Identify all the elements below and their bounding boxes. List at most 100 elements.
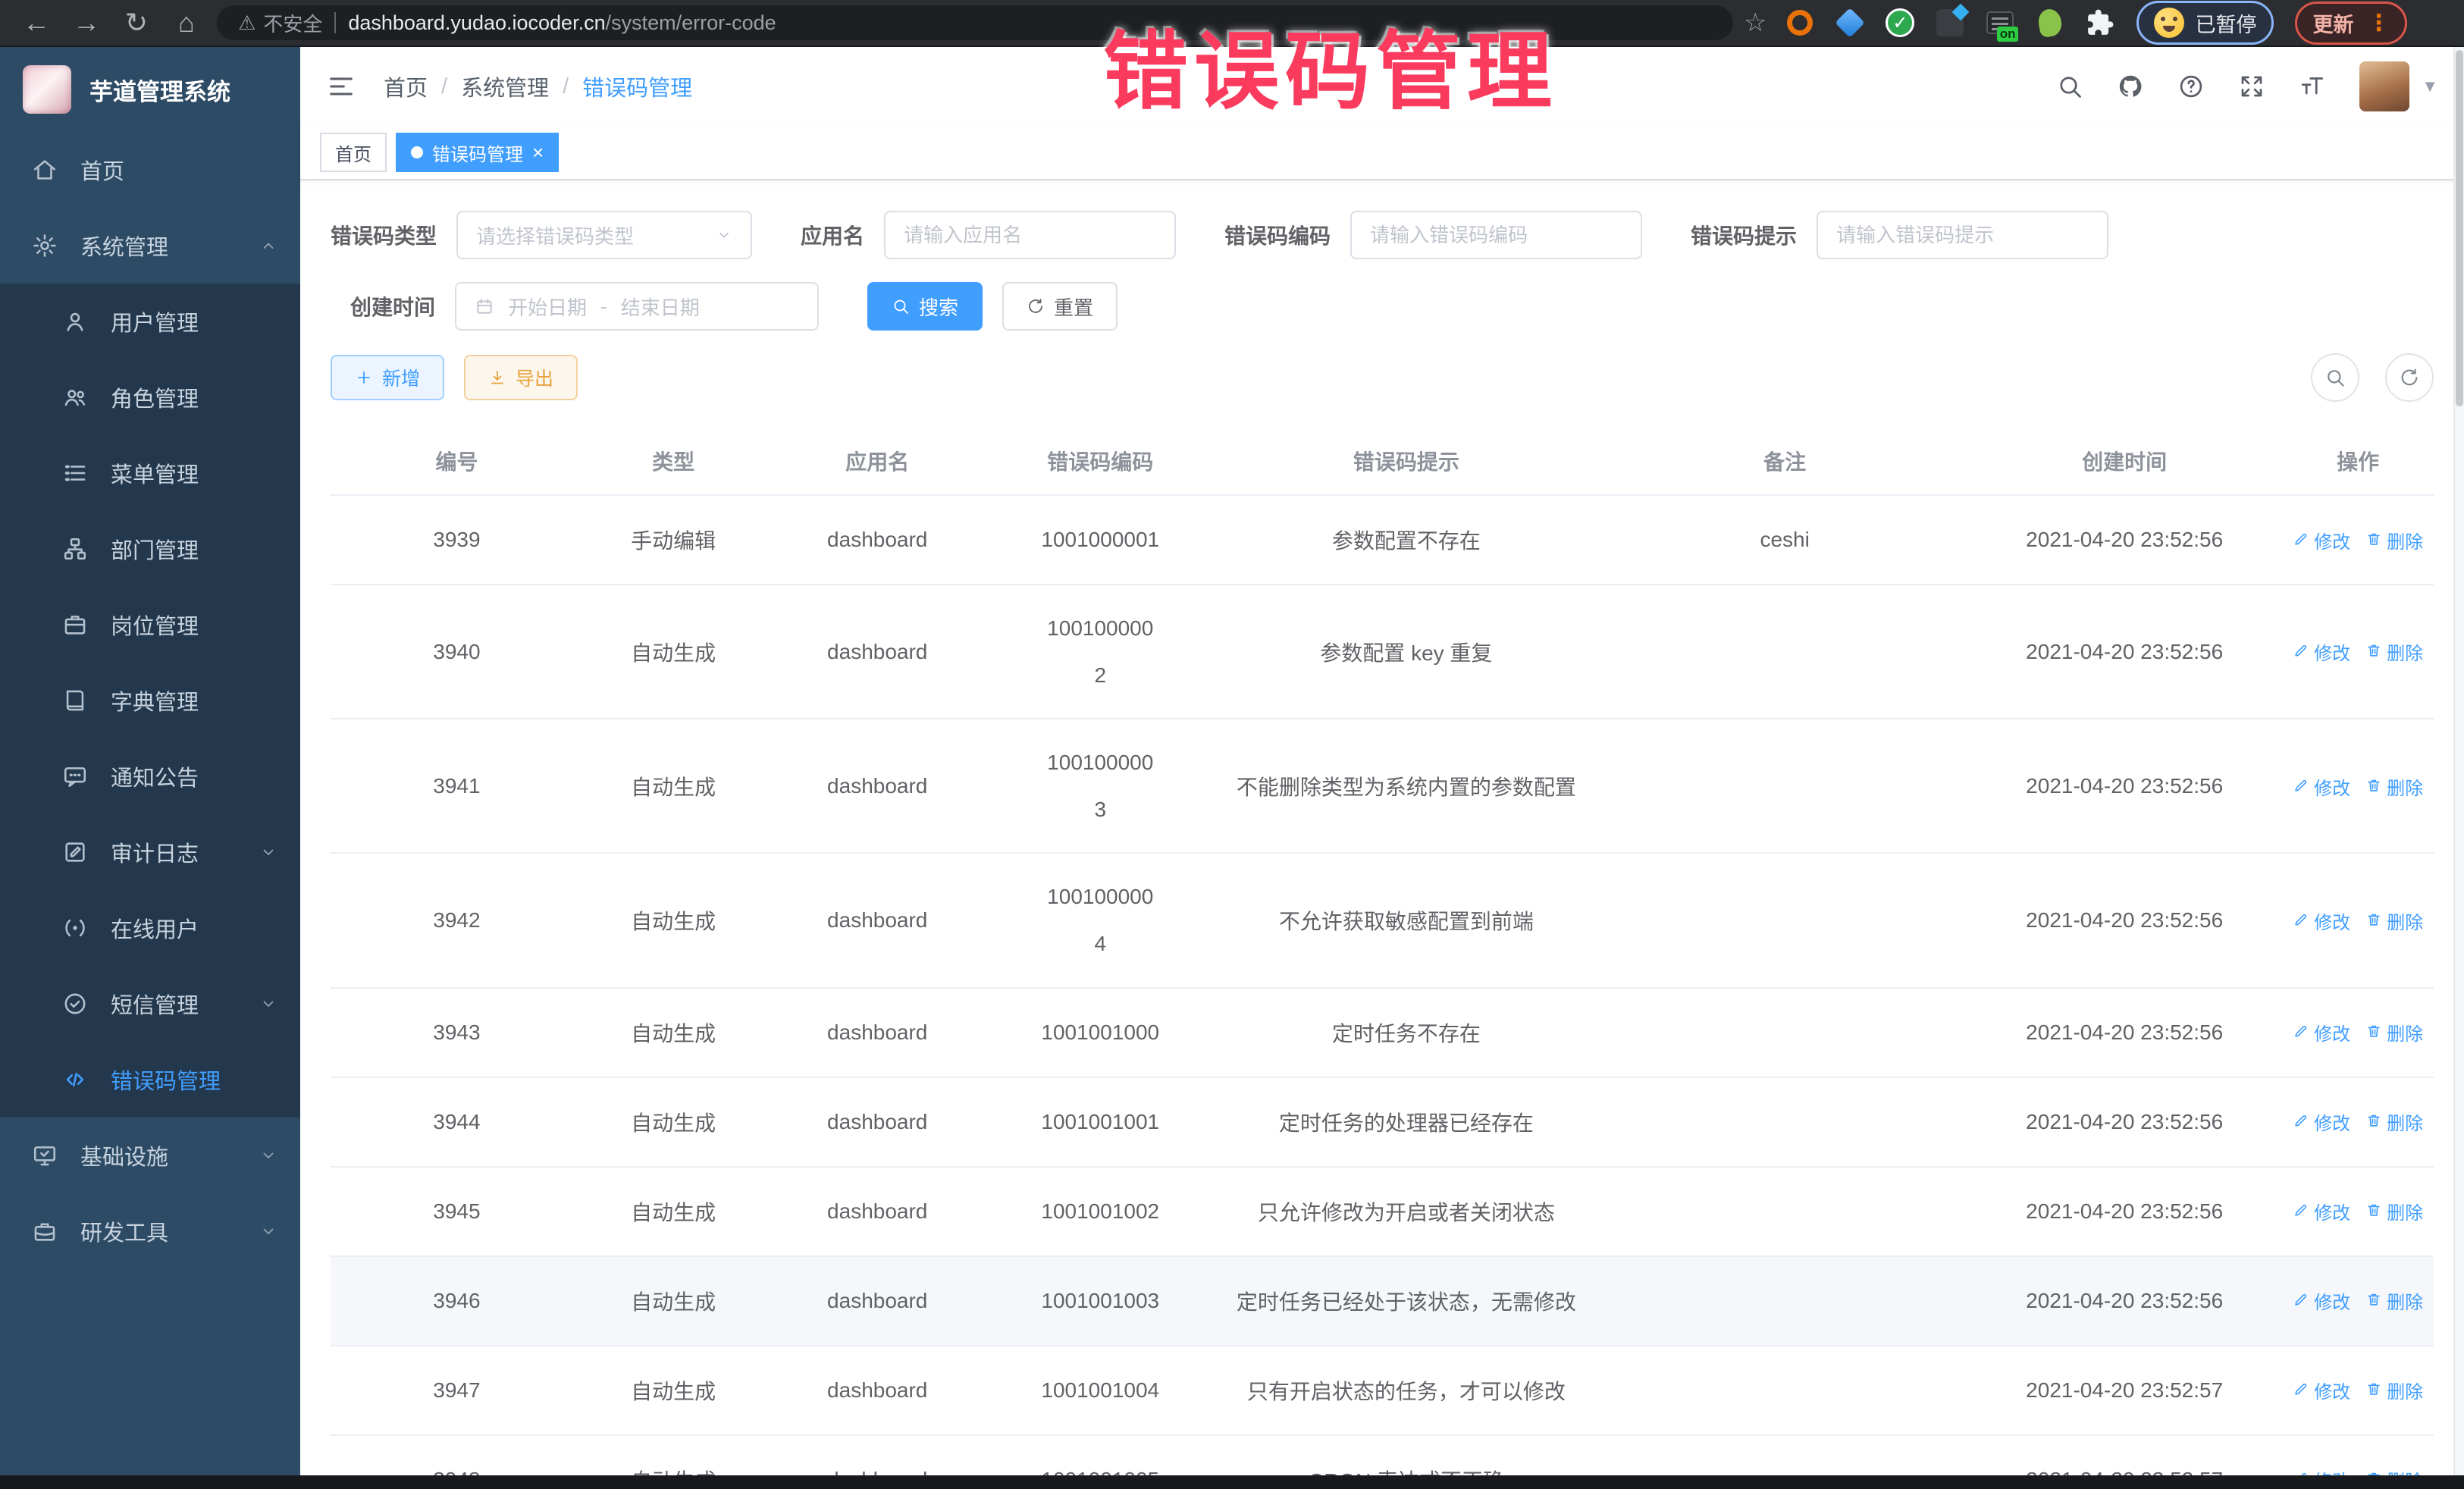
cell-id: 3939 — [331, 495, 583, 585]
search-icon — [892, 297, 910, 315]
reset-button[interactable]: 重置 — [1002, 282, 1118, 331]
edit-link[interactable]: 修改 — [2293, 1377, 2350, 1403]
forward-icon[interactable]: → — [67, 7, 106, 39]
sidebar-item-错误码管理[interactable]: 错误码管理 — [0, 1042, 300, 1118]
sidebar-item-审计日志[interactable]: 审计日志 — [0, 814, 300, 890]
app-name-input[interactable] — [904, 224, 1156, 247]
delete-link[interactable]: 删除 — [2365, 1466, 2423, 1475]
extension-orange-icon[interactable] — [1785, 8, 1815, 38]
close-icon[interactable]: × — [532, 143, 544, 162]
delete-link[interactable]: 删除 — [2365, 1019, 2423, 1045]
tab-错误码管理[interactable]: 错误码管理× — [396, 133, 559, 172]
cell-code: 1001000002 — [991, 585, 1209, 719]
delete-link[interactable]: 删除 — [2365, 1287, 2423, 1314]
search-button[interactable]: 搜索 — [867, 282, 983, 331]
profile-paused-badge[interactable]: 已暂停 — [2136, 1, 2274, 45]
sidebar-item-在线用户[interactable]: 在线用户 — [0, 890, 300, 966]
edit-link[interactable]: 修改 — [2293, 908, 2350, 934]
extension-green-check-icon[interactable]: ✓ — [1885, 8, 1915, 38]
cell-actions: 修改删除 — [2282, 585, 2434, 719]
security-warning[interactable]: ⚠不安全 — [238, 9, 322, 37]
extension-gem-icon[interactable] — [1835, 8, 1865, 38]
monitor-icon — [32, 1143, 58, 1168]
cell-app: dashboard — [763, 495, 991, 585]
edit-link[interactable]: 修改 — [2293, 638, 2350, 665]
font-size-icon[interactable] — [2299, 73, 2326, 100]
sidebar-item-首页[interactable]: 首页 — [0, 132, 300, 208]
edit-link[interactable]: 修改 — [2293, 773, 2350, 800]
sidebar-item-系统管理[interactable]: 系统管理 — [0, 208, 300, 284]
edit-link[interactable]: 修改 — [2293, 1287, 2350, 1314]
error-code-input[interactable] — [1370, 224, 1622, 247]
gear-icon — [32, 233, 58, 259]
edit-link[interactable]: 修改 — [2293, 1108, 2350, 1135]
extension-adblock-icon[interactable]: on — [1985, 8, 2015, 38]
delete-link[interactable]: 删除 — [2365, 527, 2423, 553]
reload-icon[interactable]: ↻ — [117, 7, 156, 39]
user-avatar — [2359, 61, 2409, 111]
edit-link[interactable]: 修改 — [2293, 1466, 2350, 1475]
kebab-menu-icon[interactable]: ⋮ — [2367, 10, 2390, 36]
cell-type: 手动编辑 — [583, 495, 764, 585]
sidebar-item-字典管理[interactable]: 字典管理 — [0, 663, 300, 738]
delete-link[interactable]: 删除 — [2365, 638, 2423, 665]
toggle-search-button[interactable] — [2311, 353, 2359, 402]
fullscreen-icon[interactable] — [2238, 73, 2265, 100]
list-icon — [62, 460, 88, 486]
date-range-picker[interactable]: 开始日期 - 结束日期 — [455, 282, 819, 331]
add-button[interactable]: 新增 — [331, 355, 444, 400]
address-bar[interactable]: ⚠不安全 dashboard.yudao.iocoder.cn/system/e… — [217, 5, 1733, 40]
back-icon[interactable]: ← — [17, 7, 56, 39]
cell-memo — [1603, 1346, 1967, 1435]
logo[interactable]: 芋道管理系统 — [0, 47, 300, 132]
edit-link[interactable]: 修改 — [2293, 527, 2350, 553]
extensions-puzzle-icon[interactable] — [2085, 8, 2115, 38]
edit-link[interactable]: 修改 — [2293, 1198, 2350, 1224]
delete-link[interactable]: 删除 — [2365, 1377, 2423, 1403]
export-button[interactable]: 导出 — [464, 355, 578, 400]
sidebar-item-基础设施[interactable]: 基础设施 — [0, 1118, 300, 1193]
cell-type: 自动生成 — [583, 1167, 764, 1256]
update-button[interactable]: 更新 ⋮ — [2295, 2, 2407, 45]
sidebar-item-岗位管理[interactable]: 岗位管理 — [0, 587, 300, 663]
breadcrumb-item[interactable]: 首页 — [384, 71, 428, 102]
breadcrumb-item[interactable]: 错误码管理 — [582, 71, 692, 102]
user-menu[interactable]: ▼ — [2359, 61, 2438, 111]
sidebar-item-角色管理[interactable]: 角色管理 — [0, 359, 300, 435]
sidebar-item-通知公告[interactable]: 通知公告 — [0, 738, 300, 814]
scrollbar-thumb[interactable] — [2456, 50, 2463, 406]
edit-link[interactable]: 修改 — [2293, 1019, 2350, 1045]
error-type-select[interactable]: 请选择错误码类型 — [456, 211, 752, 259]
help-icon[interactable] — [2177, 73, 2205, 100]
online-icon — [62, 915, 88, 941]
sidebar-item-短信管理[interactable]: 短信管理 — [0, 966, 300, 1042]
sidebar-item-菜单管理[interactable]: 菜单管理 — [0, 435, 300, 511]
chevron-up-icon — [259, 237, 277, 255]
chevron-down-icon — [259, 843, 277, 861]
breadcrumb-item[interactable]: 系统管理 — [461, 71, 549, 102]
delete-link[interactable]: 删除 — [2365, 773, 2423, 800]
search-icon[interactable] — [2056, 73, 2083, 100]
pencil-icon — [2293, 1111, 2309, 1133]
sidebar-item-研发工具[interactable]: 研发工具 — [0, 1193, 300, 1269]
extension-squares-icon[interactable] — [1935, 8, 1965, 38]
extension-leaf-icon[interactable] — [2035, 8, 2065, 38]
error-hint-input[interactable] — [1836, 224, 2089, 247]
delete-link[interactable]: 删除 — [2365, 1108, 2423, 1135]
tab-首页[interactable]: 首页 — [320, 133, 387, 172]
cell-actions: 修改删除 — [2282, 853, 2434, 987]
sidebar-item-用户管理[interactable]: 用户管理 — [0, 284, 300, 359]
refresh-table-button[interactable] — [2385, 353, 2434, 402]
sidebar-item-部门管理[interactable]: 部门管理 — [0, 511, 300, 587]
cell-code: 1001001000 — [991, 988, 1209, 1077]
hamburger-icon[interactable] — [326, 71, 356, 102]
pencil-icon — [2293, 641, 2309, 663]
home-icon[interactable]: ⌂ — [167, 7, 206, 39]
table-row: 3939 手动编辑 dashboard 1001000001 参数配置不存在 c… — [331, 495, 2434, 585]
delete-link[interactable]: 删除 — [2365, 908, 2423, 934]
github-icon[interactable] — [2117, 73, 2144, 100]
delete-link[interactable]: 删除 — [2365, 1198, 2423, 1224]
bookmark-star-icon[interactable]: ☆ — [1744, 8, 1766, 38]
paused-label: 已暂停 — [2195, 8, 2256, 38]
window-scrollbar[interactable] — [2453, 47, 2464, 1475]
